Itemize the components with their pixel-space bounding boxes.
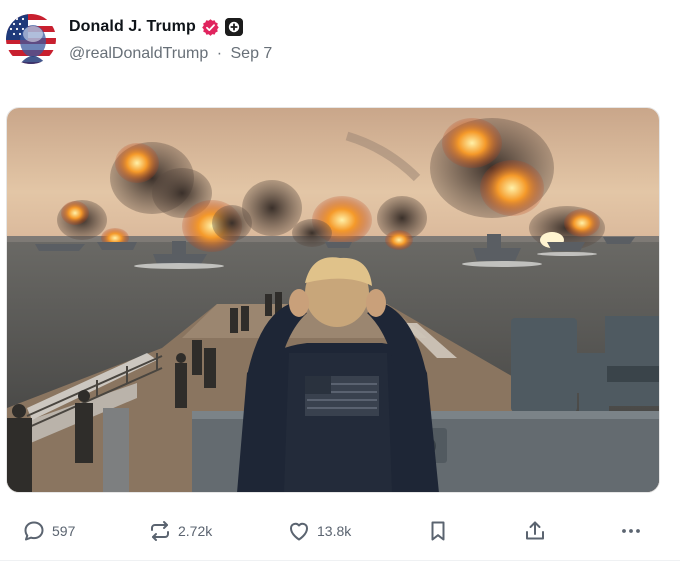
plus-badge-icon (224, 18, 243, 36)
comment-bubble-icon (24, 521, 44, 541)
author-name[interactable]: Donald J. Trump (69, 18, 196, 36)
share-upload-icon (526, 521, 544, 540)
avatar-flag-portrait (6, 14, 56, 64)
post-divider (0, 560, 680, 561)
heart-icon (290, 522, 308, 541)
like-button[interactable]: 13.8k (287, 518, 351, 544)
meta-separator: · (216, 45, 223, 62)
repost-arrows-icon (151, 521, 169, 541)
bookmark-icon (431, 521, 445, 541)
like-count: 13.8k (317, 523, 352, 539)
author-handle[interactable]: @realDonaldTrump (69, 45, 208, 62)
author-name-row: Donald J. Trump (69, 16, 243, 38)
image-scene (7, 108, 659, 492)
reply-button[interactable]: 597 (22, 518, 75, 544)
ellipsis-icon (622, 529, 640, 533)
post-image[interactable] (6, 107, 660, 493)
reply-count: 597 (52, 523, 76, 539)
repost-button[interactable]: 2.72k (148, 518, 212, 544)
author-handle-row: @realDonaldTrump · Sep 7 (69, 45, 272, 63)
verified-badge-icon (202, 18, 219, 36)
bookmark-button[interactable] (426, 518, 450, 544)
post-action-bar: 597 2.72k 13.8k (0, 512, 680, 552)
post-card: Donald J. Trump @realDonaldTrump · Sep 7 (0, 0, 680, 567)
repost-count: 2.72k (178, 523, 213, 539)
post-date[interactable]: Sep 7 (231, 45, 273, 62)
author-avatar[interactable] (6, 14, 56, 64)
more-options-button[interactable] (619, 518, 643, 544)
share-button[interactable] (523, 518, 547, 544)
